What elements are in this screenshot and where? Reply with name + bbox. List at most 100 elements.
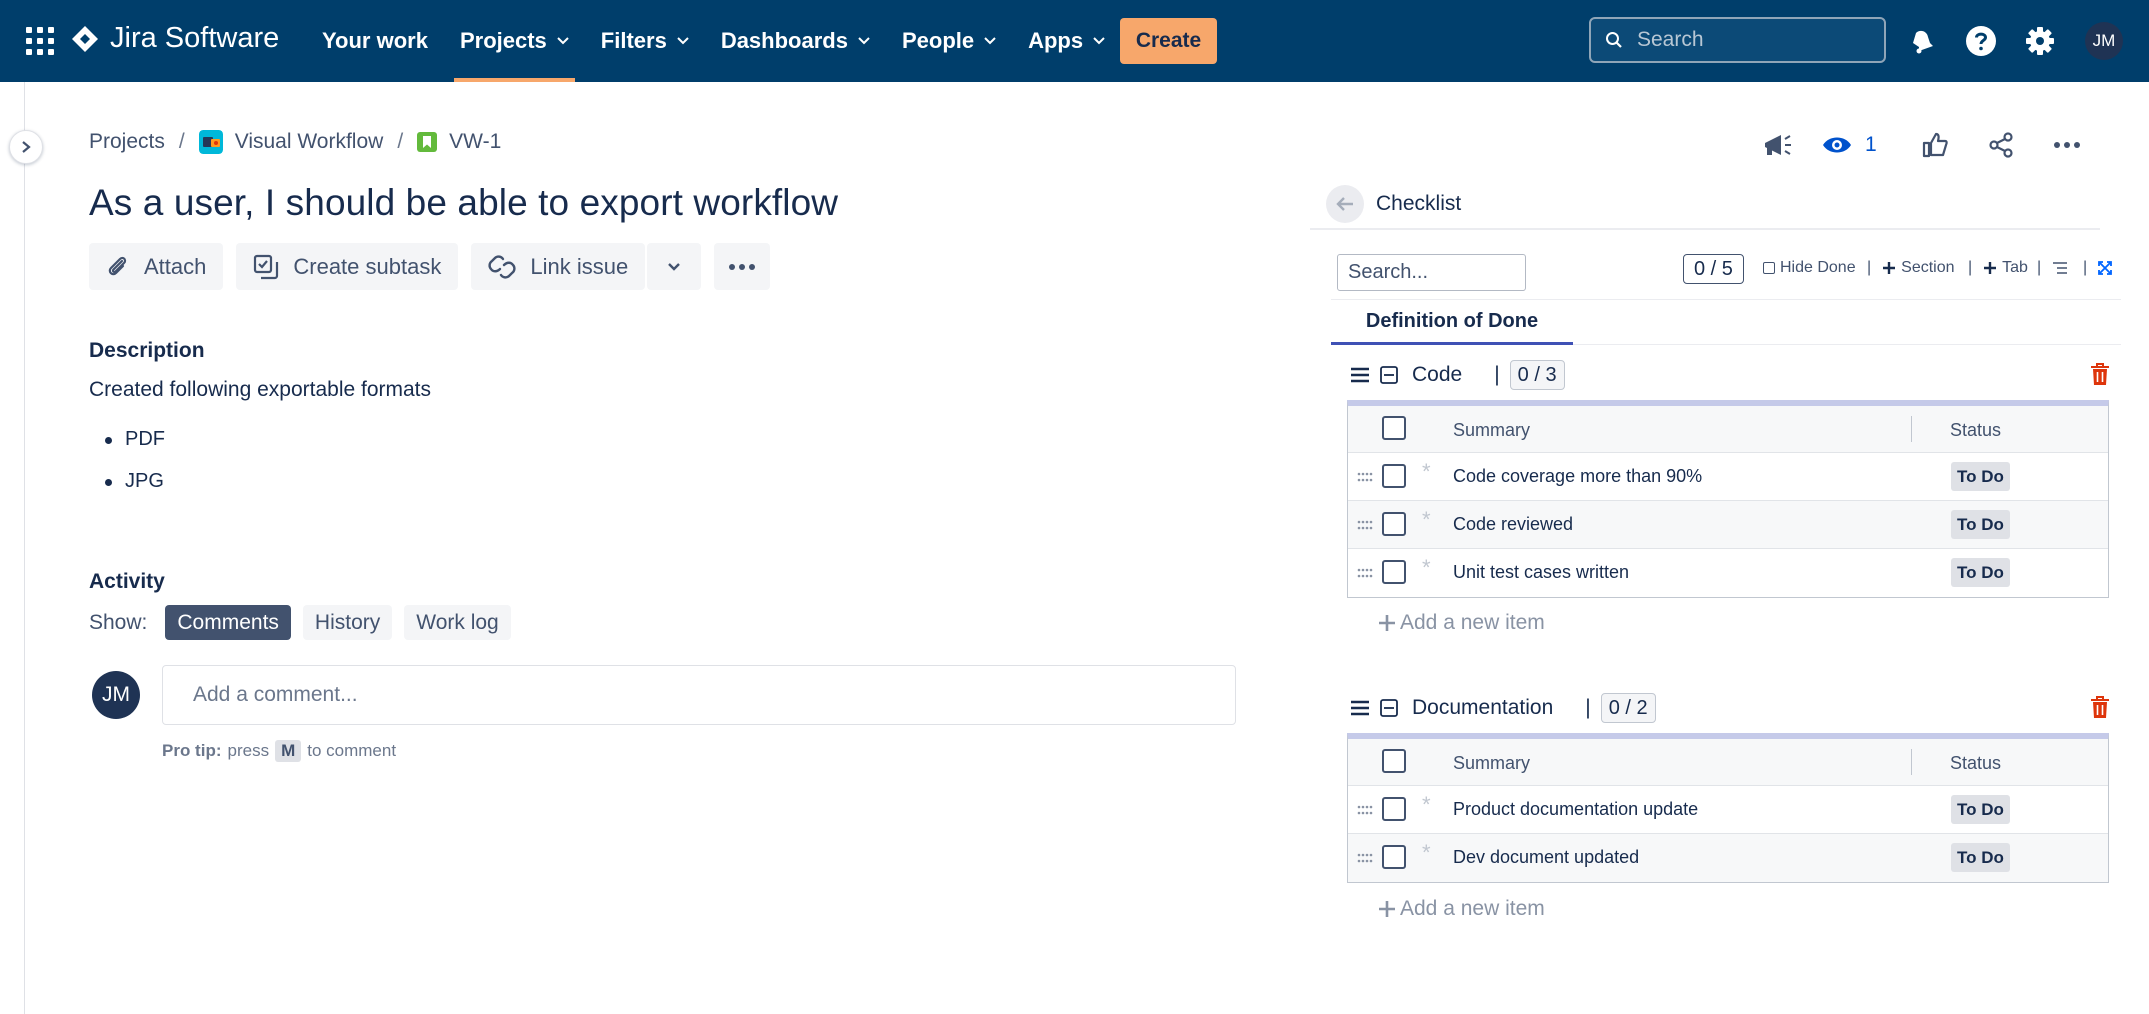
nav-your-work[interactable]: Your work: [306, 0, 444, 82]
item-summary[interactable]: Product documentation update: [1453, 799, 1698, 820]
status-badge[interactable]: To Do: [1951, 843, 2010, 872]
link-issue-button[interactable]: Link issue: [471, 243, 646, 290]
chevron-down-icon: [557, 37, 569, 45]
jira-logo[interactable]: Jira Software: [70, 22, 279, 55]
add-tab-button[interactable]: | Tab: [1968, 259, 2028, 277]
collapse-icon[interactable]: [1380, 366, 1398, 384]
attach-button[interactable]: Attach: [89, 243, 224, 290]
add-section-button[interactable]: | Section: [1867, 259, 1955, 277]
item-checkbox[interactable]: [1382, 797, 1406, 821]
thumbs-up-icon: [1922, 132, 1948, 158]
pro-tip: Pro tip: press M to comment: [162, 740, 396, 762]
link-issue-dropdown[interactable]: [647, 243, 702, 290]
checklist-search-input[interactable]: [1337, 253, 1526, 291]
drag-grip-icon[interactable]: [1357, 805, 1373, 815]
item-summary[interactable]: Code coverage more than 90%: [1453, 466, 1702, 487]
nav-dashboards[interactable]: Dashboards: [705, 0, 886, 82]
comment-input[interactable]: [193, 683, 1235, 707]
select-all-checkbox[interactable]: [1382, 749, 1406, 773]
status-badge[interactable]: To Do: [1951, 462, 2010, 491]
eye-icon: [1823, 137, 1851, 153]
search-input[interactable]: [1637, 28, 1867, 52]
trash-icon[interactable]: [2090, 363, 2110, 386]
vote-button[interactable]: [1913, 126, 1957, 164]
drag-grip-icon[interactable]: [1357, 472, 1373, 482]
trash-icon[interactable]: [2090, 696, 2110, 719]
share-button[interactable]: [1979, 126, 2023, 164]
expand-sidebar-button[interactable]: [9, 130, 43, 164]
drag-grip-icon[interactable]: [1357, 520, 1373, 530]
section-name[interactable]: Code: [1412, 363, 1462, 387]
filter-history[interactable]: History: [302, 605, 393, 640]
item-summary[interactable]: Unit test cases written: [1453, 562, 1629, 583]
tab-definition-of-done[interactable]: Definition of Done: [1331, 300, 1573, 345]
paperclip-icon: [108, 256, 127, 275]
drag-handle-icon[interactable]: [1350, 699, 1370, 717]
description-list-item: JPG: [105, 470, 165, 512]
issue-title[interactable]: As a user, I should be able to export wo…: [89, 182, 838, 224]
more-horizontal-icon: [2053, 142, 2080, 148]
mandatory-star-icon: *: [1422, 507, 1431, 532]
checklist-item: * Product documentation update To Do: [1348, 786, 2108, 834]
checklist-header: Checklist: [1310, 180, 2100, 230]
breadcrumb-issue[interactable]: VW-1: [417, 130, 501, 154]
create-subtask-button[interactable]: Create subtask: [236, 243, 459, 290]
breadcrumb-project[interactable]: Visual Workflow: [198, 130, 383, 154]
app-switcher-icon[interactable]: [26, 27, 54, 55]
comment-box[interactable]: [162, 665, 1236, 725]
pro-tip-prefix: Pro tip:: [162, 741, 222, 760]
filter-work-log[interactable]: Work log: [404, 605, 511, 640]
drag-handle-icon[interactable]: [1350, 366, 1370, 384]
hide-done-toggle[interactable]: Hide Done: [1763, 259, 1856, 277]
drag-grip-icon[interactable]: [1357, 568, 1373, 578]
pro-tip-suffix: to comment: [307, 741, 397, 760]
mandatory-star-icon: *: [1422, 840, 1431, 865]
arrow-left-icon: [1336, 197, 1353, 211]
watch-button[interactable]: 1: [1821, 133, 1877, 157]
item-checkbox[interactable]: [1382, 845, 1406, 869]
nav-label: Your work: [322, 28, 428, 53]
status-badge[interactable]: To Do: [1951, 795, 2010, 824]
breadcrumb-projects[interactable]: Projects: [89, 130, 165, 154]
section-progress: 0 / 3: [1509, 360, 1565, 390]
description-text[interactable]: Created following exportable formats: [89, 378, 431, 402]
drag-grip-icon[interactable]: [1357, 853, 1373, 863]
item-summary[interactable]: Code reviewed: [1453, 514, 1573, 535]
plus-icon: [1883, 262, 1896, 274]
item-checkbox[interactable]: [1382, 464, 1406, 488]
nav-filters[interactable]: Filters: [585, 0, 705, 82]
global-search[interactable]: [1589, 17, 1886, 63]
collapse-icon[interactable]: [1380, 699, 1398, 717]
filter-comments[interactable]: Comments: [165, 605, 291, 640]
item-checkbox[interactable]: [1382, 560, 1406, 584]
add-item-button[interactable]: Add a new item: [1378, 611, 1545, 635]
project-avatar-icon: [198, 130, 223, 154]
nav-projects[interactable]: Projects: [444, 0, 585, 82]
item-summary[interactable]: Dev document updated: [1453, 847, 1639, 868]
description-list: PDF JPG: [105, 428, 165, 512]
nav-people[interactable]: People: [886, 0, 1012, 82]
add-item-button[interactable]: Add a new item: [1378, 897, 1545, 921]
watcher-count: 1: [1865, 133, 1877, 156]
list-icon: [2053, 262, 2068, 274]
notification-icon[interactable]: [1903, 23, 1939, 59]
nav-apps[interactable]: Apps: [1012, 0, 1121, 82]
more-issue-actions-button[interactable]: [714, 243, 771, 290]
section-name[interactable]: Documentation: [1412, 696, 1553, 720]
create-button[interactable]: Create: [1120, 18, 1217, 64]
help-icon[interactable]: [1963, 23, 1999, 59]
issue-toolbar: Attach Create subtask Link issue: [89, 243, 771, 290]
item-checkbox[interactable]: [1382, 512, 1406, 536]
settings-icon[interactable]: [2022, 23, 2058, 59]
fullscreen-button[interactable]: |: [2083, 259, 2113, 277]
text-mode-button[interactable]: |: [2037, 259, 2068, 277]
status-badge[interactable]: To Do: [1951, 558, 2010, 587]
select-all-checkbox[interactable]: [1382, 416, 1406, 440]
status-badge[interactable]: To Do: [1951, 510, 2010, 539]
user-avatar[interactable]: JM: [2085, 22, 2123, 60]
feedback-button[interactable]: [1755, 126, 1799, 164]
more-actions-button[interactable]: [2045, 126, 2089, 164]
nav-label: Projects: [459, 28, 547, 53]
breadcrumb-separator: /: [178, 130, 185, 153]
checklist-back-button[interactable]: [1326, 185, 1364, 223]
